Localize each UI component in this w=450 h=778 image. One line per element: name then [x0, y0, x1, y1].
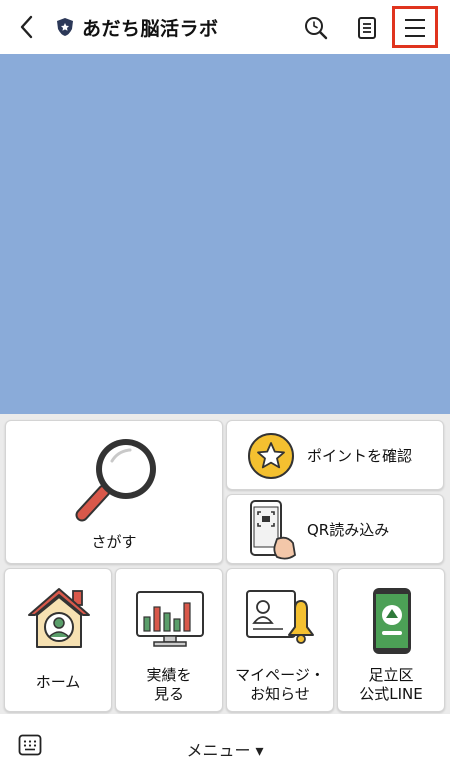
results-label-line1: 実績を	[146, 666, 192, 684]
home-label: ホーム	[35, 673, 81, 691]
line-tile[interactable]: 足立区 公式LINE	[337, 568, 445, 712]
qr-phone-icon	[250, 500, 296, 560]
magnifier-icon	[75, 439, 156, 522]
menu-toggle-button[interactable]: メニュー ▾	[0, 737, 450, 761]
rich-menu: さがす ポイントを確認 QR読み込み ホーム 実績を 見る マイページ・ お知ら…	[0, 414, 450, 714]
banner-area[interactable]	[0, 54, 450, 414]
results-label-line2: 見る	[153, 685, 184, 703]
notes-icon[interactable]	[351, 12, 383, 44]
star-icon	[248, 433, 294, 479]
back-icon[interactable]	[12, 13, 40, 41]
home-tile[interactable]: ホーム	[4, 568, 112, 712]
line-phone-icon	[373, 588, 411, 654]
search-label: さがす	[91, 533, 137, 551]
chart-monitor-icon	[136, 591, 204, 647]
page-title: あだち脳活ラボ	[82, 18, 219, 40]
house-icon	[28, 588, 90, 648]
line-label-line1: 足立区	[368, 666, 414, 684]
mypage-label-line2: お知らせ	[250, 685, 310, 703]
hamburger-menu-icon[interactable]	[399, 12, 431, 44]
points-label: ポイントを確認	[307, 447, 413, 465]
qr-tile[interactable]: QR読み込み	[226, 494, 444, 564]
shield-icon	[56, 17, 74, 37]
results-tile[interactable]: 実績を 見る	[115, 568, 223, 712]
mypage-label-line1: マイページ・	[235, 666, 325, 684]
points-tile[interactable]: ポイントを確認	[226, 420, 444, 490]
search-icon[interactable]	[300, 12, 332, 44]
search-tile[interactable]: さがす	[5, 420, 223, 564]
header-bar: あだち脳活ラボ	[0, 0, 450, 54]
mypage-tile[interactable]: マイページ・ お知らせ	[226, 568, 334, 712]
line-label-line2: 公式LINE	[359, 685, 423, 703]
profile-bell-icon	[246, 590, 314, 644]
qr-label: QR読み込み	[307, 521, 390, 539]
